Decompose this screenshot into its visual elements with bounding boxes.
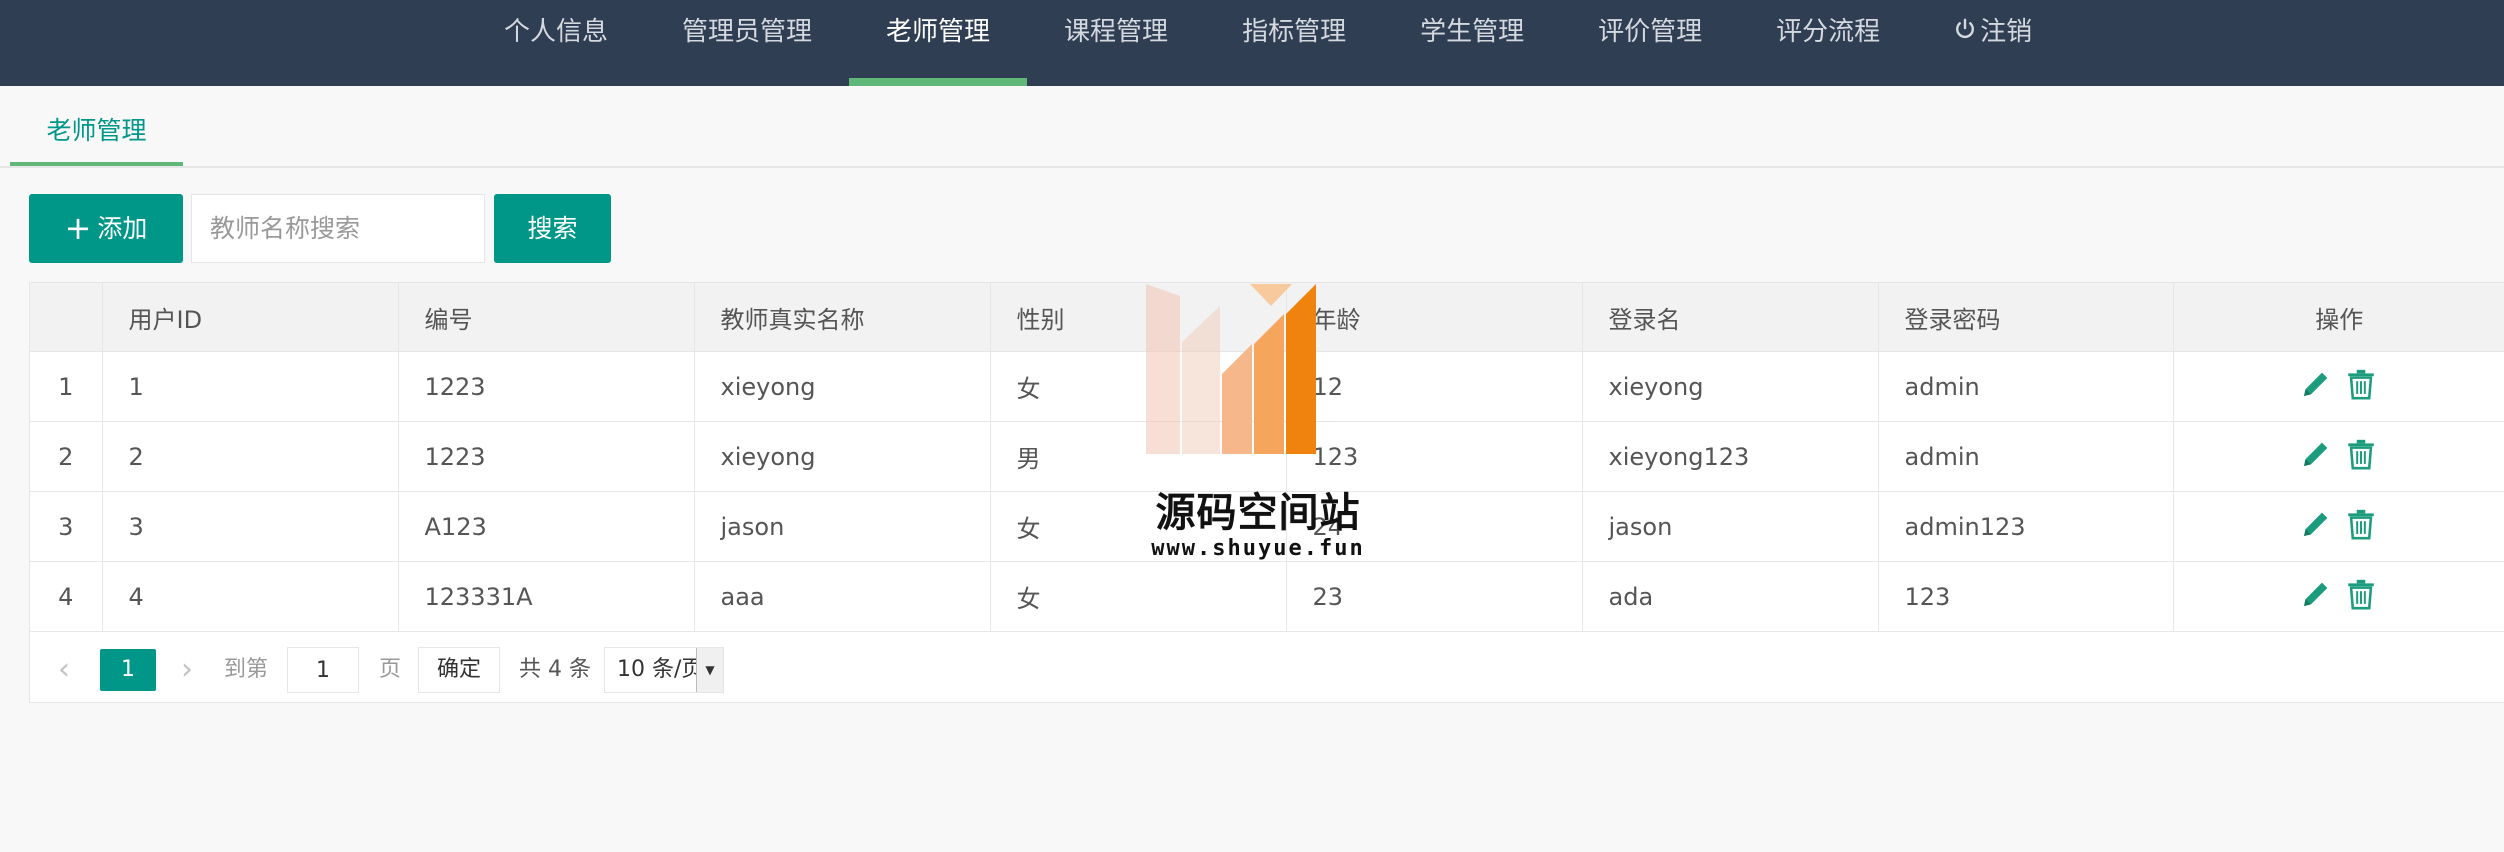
tab-teacher-management[interactable]: 老师管理 bbox=[10, 104, 183, 166]
nav-item-evaluation-management[interactable]: 评价管理 bbox=[1561, 0, 1739, 86]
cell-code: 123331A bbox=[398, 561, 695, 632]
add-button[interactable]: + 添加 bbox=[29, 194, 183, 263]
edit-icon[interactable] bbox=[2300, 578, 2332, 616]
watermark-title: 源码空间站 bbox=[1155, 490, 1361, 536]
nav-item-indicator-management[interactable]: 指标管理 bbox=[1205, 0, 1383, 86]
cell-code: 1223 bbox=[398, 351, 695, 422]
cell-real-name: xieyong bbox=[694, 421, 991, 492]
page-unit-label: 页 bbox=[379, 657, 402, 682]
watermark-url: www.shuyue.fun bbox=[1151, 536, 1365, 561]
nav-menu: 个人信息 管理员管理 老师管理 课程管理 指标管理 学生管理 评价管理 评分流程… bbox=[467, 0, 2069, 86]
nav-item-admin-management[interactable]: 管理员管理 bbox=[645, 0, 849, 86]
search-button[interactable]: 搜索 bbox=[494, 194, 611, 263]
header-real-name: 教师真实名称 bbox=[694, 283, 991, 352]
cell-actions bbox=[2173, 561, 2504, 632]
cell-code: A123 bbox=[398, 491, 695, 562]
teacher-name-search-input[interactable] bbox=[191, 194, 485, 263]
cell-login-name: ada bbox=[1582, 561, 1879, 632]
cell-user-id: 4 bbox=[102, 561, 399, 632]
cell-index: 4 bbox=[30, 561, 103, 632]
page-size-select[interactable]: 10 条/页 ▼ bbox=[604, 647, 724, 693]
cell-login-name: xieyong123 bbox=[1582, 421, 1879, 492]
nav-item-course-management[interactable]: 课程管理 bbox=[1027, 0, 1205, 86]
delete-icon[interactable] bbox=[2344, 507, 2378, 547]
cell-login-name: jason bbox=[1582, 491, 1879, 562]
cell-login-name: xieyong bbox=[1582, 351, 1879, 422]
logout-label: 注销 bbox=[1980, 17, 2033, 47]
cell-actions bbox=[2173, 491, 2504, 562]
delete-icon[interactable] bbox=[2344, 367, 2378, 407]
edit-icon[interactable] bbox=[2300, 438, 2332, 476]
pagination: ‹ 1 › 到第 页 确定 共 4 条 10 条/页 ▼ bbox=[30, 636, 830, 703]
cell-user-id: 2 bbox=[102, 421, 399, 492]
watermark: 源码空间站 www.shuyue.fun bbox=[1142, 284, 1374, 574]
cell-login-password: admin bbox=[1878, 421, 2174, 492]
nav-item-scoring-process[interactable]: 评分流程 bbox=[1739, 0, 1917, 86]
nav-item-profile[interactable]: 个人信息 bbox=[467, 0, 645, 86]
tab-bar: 老师管理 bbox=[0, 104, 2504, 168]
add-button-label: 添加 bbox=[97, 214, 148, 243]
goto-confirm-button[interactable]: 确定 bbox=[418, 647, 500, 693]
top-navbar: 个人信息 管理员管理 老师管理 课程管理 指标管理 学生管理 评价管理 评分流程… bbox=[0, 0, 2504, 86]
prev-page-button[interactable]: ‹ bbox=[58, 649, 70, 691]
goto-page-input[interactable] bbox=[287, 647, 359, 693]
nav-item-teacher-management[interactable]: 老师管理 bbox=[849, 0, 1028, 86]
header-actions: 操作 bbox=[2173, 283, 2504, 352]
power-icon bbox=[1954, 0, 1976, 64]
watermark-logo-icon bbox=[1146, 284, 1316, 454]
edit-icon[interactable] bbox=[2300, 368, 2332, 406]
cell-login-password: 123 bbox=[1878, 561, 2174, 632]
cell-index: 1 bbox=[30, 351, 103, 422]
nav-item-logout[interactable]: 注销 bbox=[1917, 0, 2069, 86]
nav-item-student-management[interactable]: 学生管理 bbox=[1383, 0, 1561, 86]
cell-index: 2 bbox=[30, 421, 103, 492]
cell-real-name: jason bbox=[694, 491, 991, 562]
cell-real-name: xieyong bbox=[694, 351, 991, 422]
header-user-id: 用户ID bbox=[102, 283, 399, 352]
cell-user-id: 3 bbox=[102, 491, 399, 562]
cell-login-password: admin bbox=[1878, 351, 2174, 422]
cell-code: 1223 bbox=[398, 421, 695, 492]
delete-icon[interactable] bbox=[2344, 577, 2378, 617]
page-size-value: 10 条/页 bbox=[617, 657, 704, 682]
cell-actions bbox=[2173, 421, 2504, 492]
header-login-password: 登录密码 bbox=[1878, 283, 2174, 352]
delete-icon[interactable] bbox=[2344, 437, 2378, 477]
header-index bbox=[30, 283, 103, 352]
header-login-name: 登录名 bbox=[1582, 283, 1879, 352]
cell-real-name: aaa bbox=[694, 561, 991, 632]
plus-icon: + bbox=[64, 209, 92, 247]
cell-login-password: admin123 bbox=[1878, 491, 2174, 562]
cell-actions bbox=[2173, 351, 2504, 422]
goto-label: 到第 bbox=[224, 657, 269, 682]
total-count: 共 4 条 bbox=[519, 657, 591, 682]
page-1-button[interactable]: 1 bbox=[100, 649, 156, 691]
edit-icon[interactable] bbox=[2300, 508, 2332, 546]
header-code: 编号 bbox=[398, 283, 695, 352]
next-page-button[interactable]: › bbox=[181, 649, 193, 691]
dropdown-arrow-icon: ▼ bbox=[696, 648, 723, 692]
cell-index: 3 bbox=[30, 491, 103, 562]
cell-user-id: 1 bbox=[102, 351, 399, 422]
